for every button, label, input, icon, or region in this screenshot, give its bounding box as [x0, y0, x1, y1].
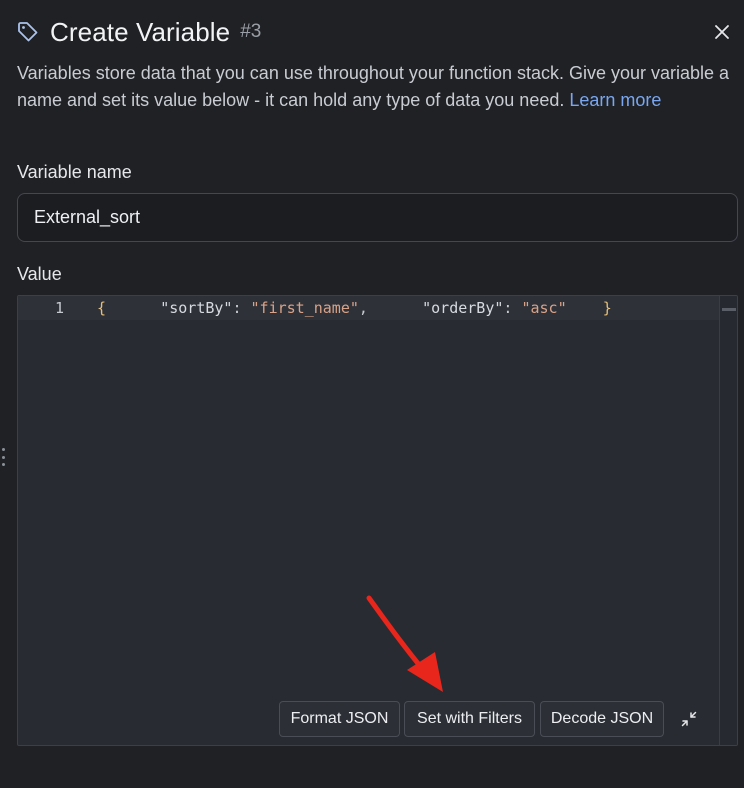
- description: Variables store data that you can use th…: [17, 60, 739, 114]
- set-with-filters-button[interactable]: Set with Filters: [404, 701, 535, 737]
- learn-more-link[interactable]: Learn more: [569, 90, 661, 110]
- variable-number: #3: [240, 21, 262, 42]
- format-json-button[interactable]: Format JSON: [279, 701, 400, 737]
- collapse-icon[interactable]: [678, 708, 700, 730]
- editor-line: 1 { "sortBy": "first_name", "orderBy": "…: [18, 296, 720, 320]
- page-title: Create Variable: [50, 16, 231, 47]
- variable-name-label: Variable name: [17, 162, 132, 182]
- editor-scrollbar[interactable]: [719, 296, 737, 745]
- line-number: 1: [54, 299, 64, 317]
- close-button[interactable]: [710, 20, 734, 44]
- create-variable-panel: Create Variable #3 Variables store data …: [0, 0, 744, 788]
- code-line[interactable]: { "sortBy": "first_name", "orderBy": "as…: [97, 299, 612, 317]
- panel-resize-handle[interactable]: [0, 448, 6, 466]
- tag-icon: [16, 20, 40, 44]
- decode-json-button[interactable]: Decode JSON: [540, 701, 664, 737]
- value-code-editor[interactable]: 1 { "sortBy": "first_name", "orderBy": "…: [17, 295, 738, 746]
- variable-name-input[interactable]: [17, 193, 738, 242]
- panel-header: Create Variable #3: [16, 16, 261, 48]
- scrollbar-marker: [722, 308, 736, 311]
- value-label: Value: [17, 264, 62, 284]
- close-icon: [715, 25, 729, 39]
